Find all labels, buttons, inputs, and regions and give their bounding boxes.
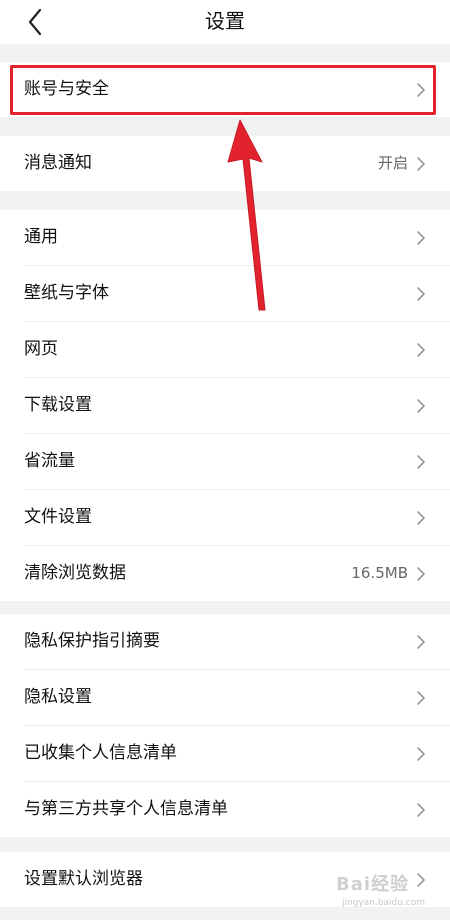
chevron-right-icon bbox=[417, 511, 425, 525]
settings-item-label: 消息通知 bbox=[24, 153, 92, 173]
settings-item-label: 网页 bbox=[24, 339, 58, 359]
settings-item-privacy-settings[interactable]: 隐私设置 bbox=[24, 670, 450, 726]
page-title: 设置 bbox=[205, 9, 245, 33]
top-bar: 设置 bbox=[0, 0, 450, 44]
settings-item-label: 省流量 bbox=[24, 451, 75, 471]
chevron-right-icon bbox=[417, 343, 425, 357]
settings-item-data-saver[interactable]: 省流量 bbox=[24, 434, 450, 490]
settings-item-download[interactable]: 下载设置 bbox=[24, 378, 450, 434]
chevron-right-icon bbox=[417, 567, 425, 581]
settings-item-clear-data[interactable]: 清除浏览数据 16.5MB bbox=[24, 546, 450, 601]
settings-item-wallpaper-font[interactable]: 壁纸与字体 bbox=[24, 266, 450, 322]
watermark: Bai经验 jingyan.baidu.com bbox=[336, 870, 440, 916]
chevron-right-icon bbox=[417, 635, 425, 649]
settings-item-label: 文件设置 bbox=[24, 507, 92, 527]
settings-item-file[interactable]: 文件设置 bbox=[24, 490, 450, 546]
settings-item-label: 下载设置 bbox=[24, 395, 92, 415]
settings-item-label: 通用 bbox=[24, 227, 58, 247]
highlight-box bbox=[10, 65, 436, 115]
watermark-url: jingyan.baidu.com bbox=[342, 898, 426, 908]
settings-item-label: 壁纸与字体 bbox=[24, 283, 109, 303]
settings-item-value: 16.5MB bbox=[351, 564, 408, 582]
chevron-right-icon bbox=[417, 803, 425, 817]
settings-item-label: 清除浏览数据 bbox=[24, 563, 126, 583]
settings-item-general[interactable]: 通用 bbox=[24, 210, 450, 266]
chevron-right-icon bbox=[417, 287, 425, 301]
settings-item-label: 隐私设置 bbox=[24, 687, 92, 707]
chevron-right-icon bbox=[417, 399, 425, 413]
notification-group: 消息通知 开启 bbox=[0, 136, 450, 191]
chevron-right-icon bbox=[417, 747, 425, 761]
settings-item-label: 设置默认浏览器 bbox=[24, 869, 143, 889]
settings-item-label: 隐私保护指引摘要 bbox=[24, 631, 160, 651]
settings-item-notifications[interactable]: 消息通知 开启 bbox=[24, 136, 450, 191]
general-group: 通用 壁纸与字体 网页 下载设置 省流量 文件设置 清除浏览数据 16.5MB bbox=[0, 210, 450, 601]
chevron-right-icon bbox=[417, 691, 425, 705]
watermark-brand: Bai经验 bbox=[336, 874, 410, 895]
settings-item-webpage[interactable]: 网页 bbox=[24, 322, 450, 378]
settings-item-value: 开启 bbox=[377, 154, 408, 172]
chevron-right-icon bbox=[417, 157, 425, 171]
privacy-group: 隐私保护指引摘要 隐私设置 已收集个人信息清单 与第三方共享个人信息清单 bbox=[0, 614, 450, 837]
chevron-right-icon bbox=[417, 455, 425, 469]
settings-item-shared-info[interactable]: 与第三方共享个人信息清单 bbox=[24, 782, 450, 837]
settings-item-privacy-summary[interactable]: 隐私保护指引摘要 bbox=[24, 614, 450, 670]
chevron-right-icon bbox=[417, 231, 425, 245]
settings-item-label: 与第三方共享个人信息清单 bbox=[24, 799, 228, 819]
settings-item-collected-info[interactable]: 已收集个人信息清单 bbox=[24, 726, 450, 782]
settings-item-label: 已收集个人信息清单 bbox=[24, 743, 177, 763]
